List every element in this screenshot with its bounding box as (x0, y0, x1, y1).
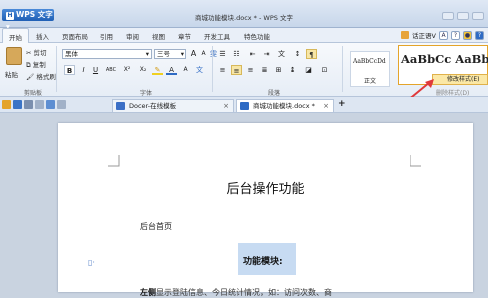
cut-button[interactable]: ✂ 剪切 (26, 47, 47, 57)
tab-features[interactable]: 特色功能 (244, 31, 270, 41)
open-icon[interactable] (2, 100, 11, 109)
help-icon[interactable]: ? (451, 30, 460, 40)
margin-mark (410, 155, 421, 167)
divider (342, 46, 343, 92)
menu-bar: 开始 插入 页面布局 引用 审阅 视图 章节 开发工具 特色功能 话正语V A … (0, 28, 488, 43)
paste-button[interactable]: 粘贴 (5, 69, 18, 79)
account-icon[interactable] (401, 31, 410, 39)
print-icon[interactable] (24, 100, 33, 109)
document-tab-bar: Docer-在线模板 × 商城功能模块.docx * × + (0, 97, 488, 113)
info-icon[interactable]: ? (475, 30, 484, 40)
char-shading-icon[interactable]: 文 (194, 65, 205, 75)
font-group-label: 字体 (140, 90, 153, 97)
tab-review[interactable]: 审阅 (126, 31, 139, 41)
body-text: 左侧显示登陆信息、今日统计情况，如：访问次数、商 (140, 288, 332, 297)
delete-style-item[interactable]: 删除样式(D) (436, 88, 469, 97)
close-icon[interactable] (472, 12, 484, 20)
font-color-button[interactable]: A (166, 65, 177, 75)
maximize-icon[interactable] (457, 12, 469, 20)
style-normal-name: 正文 (364, 78, 377, 85)
italic-button[interactable]: I (78, 65, 89, 75)
tab-docer[interactable]: Docer-在线模板 × (112, 99, 234, 112)
tab-insert[interactable]: 插入 (36, 31, 49, 41)
menu-right-area: 话正语V A ? ● ? (401, 30, 484, 40)
document-heading: 后台操作功能 (226, 182, 305, 197)
chinese-layout-icon[interactable]: 文 (276, 49, 287, 59)
font-family-select[interactable]: 黑体 ▾ (62, 49, 152, 59)
modify-style-menu-item[interactable]: 修改样式(E) (432, 74, 488, 85)
tab-document[interactable]: 商城功能模块.docx * × (236, 99, 334, 112)
increase-indent-icon[interactable]: ⇥ (261, 49, 272, 59)
format-painter-button[interactable]: 🖌 格式刷 (26, 71, 56, 81)
strikethrough-button[interactable]: ABC (103, 65, 119, 75)
shading-icon[interactable]: ◪ (303, 65, 314, 75)
borders-icon[interactable]: ⊡ (319, 65, 330, 75)
align-left-icon[interactable]: ≡ (217, 65, 228, 75)
new-tab-button[interactable]: + (338, 99, 346, 109)
align-center-icon[interactable]: ≡ (231, 65, 242, 75)
collapse-ribbon-icon[interactable]: A (439, 30, 448, 40)
sort-icon[interactable]: ↕ (292, 49, 303, 59)
highlight-icon[interactable]: ✎ (152, 65, 163, 75)
tab-view[interactable]: 视图 (152, 31, 165, 41)
style-normal-sample: AaBbCcDd (353, 58, 386, 65)
numbered-list-icon[interactable]: ☷ (231, 49, 242, 59)
tab-start[interactable]: 开始 (2, 28, 29, 43)
quick-access-toolbar (2, 100, 66, 109)
title-bar: H WPS 文字 ▾ 商城功能模块.docx * - WPS 文字 (0, 0, 488, 31)
underline-button[interactable]: U (90, 65, 101, 75)
document-workspace: 后台操作功能 后台首页 ▯· 功能模块: 左侧显示登陆信息、今日统计情况，如：访… (0, 113, 488, 297)
copy-button[interactable]: ⧉ 复制 (26, 59, 46, 70)
show-marks-icon[interactable]: ¶ (306, 49, 317, 59)
tab-chapter[interactable]: 章节 (178, 31, 191, 41)
paste-icon[interactable] (6, 47, 22, 65)
paragraph-group-label: 段落 (268, 90, 281, 97)
char-border-icon[interactable]: A (180, 65, 191, 75)
redo-icon[interactable] (57, 100, 66, 109)
font-size-select[interactable]: 三号 ▾ (154, 49, 186, 59)
chevron-down-icon: ▾ (145, 50, 149, 58)
subscript-button[interactable]: X₂ (136, 65, 150, 75)
close-icon[interactable]: × (323, 100, 329, 112)
docer-icon (116, 102, 125, 110)
bullet-list-icon[interactable]: ☰ (217, 49, 228, 59)
tab-page-layout[interactable]: 页面布局 (62, 31, 88, 41)
close-icon[interactable]: × (223, 100, 229, 112)
save-icon[interactable] (13, 100, 22, 109)
window-title: 商城功能模块.docx * - WPS 文字 (195, 14, 293, 22)
bold-button[interactable]: B (64, 65, 75, 75)
distribute-icon[interactable]: ⊞ (273, 65, 284, 75)
window-controls (442, 12, 484, 20)
divider (212, 46, 213, 92)
divider (56, 46, 57, 92)
paragraph-marker-icon[interactable]: ▯· (88, 258, 95, 267)
margin-mark (108, 155, 120, 167)
preview-icon[interactable] (35, 100, 44, 109)
skin-label[interactable]: 话正语V (412, 30, 436, 40)
tab-developer[interactable]: 开发工具 (204, 31, 230, 41)
document-page[interactable]: 后台操作功能 后台首页 ▯· 功能模块: 左侧显示登陆信息、今日统计情况，如：访… (58, 123, 473, 297)
feedback-icon[interactable]: ● (463, 30, 472, 40)
module-label: 功能模块: (243, 257, 283, 267)
tab-references[interactable]: 引用 (100, 31, 113, 41)
minimize-icon[interactable] (442, 12, 454, 20)
chevron-down-icon: ▾ (180, 50, 184, 58)
align-right-icon[interactable]: ≡ (245, 65, 256, 75)
superscript-button[interactable]: X² (120, 65, 134, 75)
justify-icon[interactable]: ≣ (259, 65, 270, 75)
decrease-indent-icon[interactable]: ⇤ (247, 49, 258, 59)
paragraph-home: 后台首页 (140, 222, 172, 231)
clipboard-group-label: 剪贴板 (24, 90, 43, 97)
doc-icon (240, 102, 249, 110)
style-heading-sample: AaBbCc AaBb (401, 52, 488, 66)
line-spacing-icon[interactable]: ↨ (287, 65, 298, 75)
undo-icon[interactable] (46, 100, 55, 109)
